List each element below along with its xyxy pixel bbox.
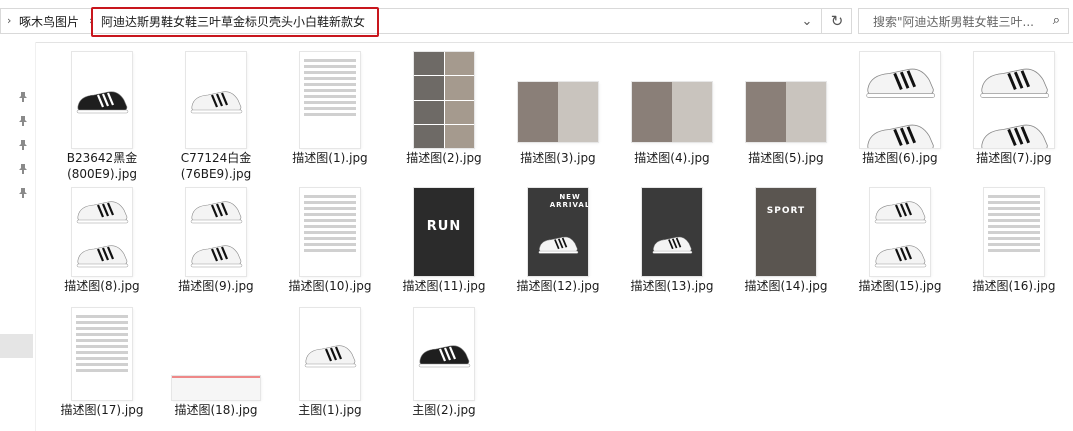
file-thumbnail[interactable] [72, 188, 132, 276]
file-name-line: (800E9).jpg [67, 167, 137, 181]
breadcrumb-current-highlight[interactable]: 阿迪达斯男鞋女鞋三叶草金标贝壳头小白鞋新款女 [91, 7, 379, 37]
file-name-line: 描述图(11).jpg [402, 279, 486, 293]
breadcrumb-item-root[interactable]: 啄木鸟图片 [19, 13, 79, 30]
search-icon[interactable]: ⌕ [1053, 13, 1060, 28]
file-name[interactable]: 描述图(15).jpg [848, 278, 952, 294]
file-thumbnail[interactable] [300, 308, 360, 400]
file-thumbnail[interactable]: NEW ARRIVAL [528, 188, 588, 276]
file-name[interactable]: 描述图(10).jpg [278, 278, 382, 294]
search-input[interactable]: 搜索"阿迪达斯男鞋女鞋三叶... ⌕ [858, 8, 1069, 34]
search-placeholder: 搜索"阿迪达斯男鞋女鞋三叶... [873, 15, 1034, 29]
file-name-line: 描述图(10).jpg [288, 279, 372, 293]
file-name-line: C77124白金 [180, 151, 252, 165]
chevron-right-icon[interactable]: › [7, 14, 11, 27]
file-thumbnail[interactable] [414, 308, 474, 400]
file-thumbnail[interactable]: SPORT [756, 188, 816, 276]
file-thumbnail[interactable] [974, 52, 1054, 148]
file-name-line: 描述图(2).jpg [406, 151, 482, 165]
file-thumbnail[interactable] [746, 82, 826, 142]
file-thumbnail[interactable] [984, 188, 1044, 276]
thumb-overlay-text: RUN [426, 218, 462, 234]
pin-icon[interactable] [17, 115, 29, 127]
file-name[interactable]: 描述图(5).jpg [734, 150, 838, 166]
file-thumbnail[interactable] [642, 188, 702, 276]
pin-icon[interactable] [17, 91, 29, 103]
file-name-line: 主图(1).jpg [298, 403, 362, 417]
file-thumbnail[interactable] [870, 188, 930, 276]
thumb-overlay-text: SPORT [766, 205, 806, 216]
navigation-pane [0, 42, 35, 431]
chevron-down-icon[interactable]: ⌄ [793, 9, 821, 33]
file-thumbnail[interactable] [518, 82, 598, 142]
file-name[interactable]: 描述图(3).jpg [506, 150, 610, 166]
file-name[interactable]: 描述图(17).jpg [50, 402, 154, 418]
thumb-overlay-text: NEW ARRIVAL [549, 193, 588, 210]
file-thumbnail[interactable] [414, 52, 474, 148]
file-name-line: 描述图(14).jpg [744, 279, 828, 293]
file-name-line: 描述图(6).jpg [862, 151, 938, 165]
file-name-line: 描述图(9).jpg [178, 279, 254, 293]
file-thumbnail[interactable] [186, 52, 246, 148]
file-name[interactable]: 描述图(11).jpg [392, 278, 496, 294]
file-name-line: 描述图(5).jpg [748, 151, 824, 165]
file-name-line: 描述图(16).jpg [972, 279, 1056, 293]
file-thumbnail[interactable] [300, 52, 360, 148]
file-thumbnail[interactable] [72, 308, 132, 400]
file-name-line: 描述图(8).jpg [64, 279, 140, 293]
file-thumbnail[interactable] [72, 52, 132, 148]
file-name-line: (76BE9).jpg [180, 167, 252, 181]
file-name[interactable]: 描述图(6).jpg [848, 150, 952, 166]
file-name[interactable]: 描述图(4).jpg [620, 150, 724, 166]
file-thumbnail[interactable] [186, 188, 246, 276]
refresh-icon[interactable]: ↻ [821, 9, 852, 33]
file-name[interactable]: B23642黑金 (800E9).jpg [50, 150, 154, 182]
breadcrumb-item-current[interactable]: 阿迪达斯男鞋女鞋三叶草金标贝壳头小白鞋新款女 [101, 13, 365, 30]
file-name-line: 描述图(7).jpg [976, 151, 1052, 165]
file-name-line: 描述图(3).jpg [520, 151, 596, 165]
file-name[interactable]: 描述图(18).jpg [164, 402, 268, 418]
file-name-line: 描述图(12).jpg [516, 279, 600, 293]
file-name[interactable]: 主图(1).jpg [278, 402, 382, 418]
file-name[interactable]: 描述图(7).jpg [962, 150, 1066, 166]
file-name-line: 主图(2).jpg [412, 403, 476, 417]
pin-icon[interactable] [17, 187, 29, 199]
file-thumbnail[interactable]: RUN [414, 188, 474, 276]
file-name[interactable]: 描述图(12).jpg [506, 278, 610, 294]
file-name-line: 描述图(18).jpg [174, 403, 258, 417]
file-name[interactable]: 描述图(14).jpg [734, 278, 838, 294]
file-name-line: 描述图(15).jpg [858, 279, 942, 293]
file-name[interactable]: 描述图(8).jpg [50, 278, 154, 294]
file-name-line: 描述图(17).jpg [60, 403, 144, 417]
file-thumbnail[interactable] [172, 376, 260, 400]
pane-divider[interactable] [35, 42, 36, 431]
file-name[interactable]: 描述图(16).jpg [962, 278, 1066, 294]
file-thumbnail[interactable] [300, 188, 360, 276]
file-name-line: 描述图(1).jpg [292, 151, 368, 165]
nav-item-selected[interactable] [0, 334, 33, 358]
file-name[interactable]: 主图(2).jpg [392, 402, 496, 418]
file-name[interactable]: C77124白金 (76BE9).jpg [164, 150, 268, 182]
file-name-line: 描述图(13).jpg [630, 279, 714, 293]
file-thumbnail[interactable] [860, 52, 940, 148]
pin-icon[interactable] [17, 163, 29, 175]
file-name[interactable]: 描述图(1).jpg [278, 150, 382, 166]
file-name-line: B23642黑金 [66, 151, 138, 165]
pin-icon[interactable] [17, 139, 29, 151]
file-name[interactable]: 描述图(13).jpg [620, 278, 724, 294]
file-thumbnail[interactable] [632, 82, 712, 142]
address-bar: › 啄木鸟图片 › 阿迪达斯男鞋女鞋三叶草金标贝壳头小白鞋新款女 ⌄ ↻ 搜索"… [0, 0, 1073, 43]
file-name[interactable]: 描述图(2).jpg [392, 150, 496, 166]
file-name[interactable]: 描述图(9).jpg [164, 278, 268, 294]
breadcrumb[interactable]: › 啄木鸟图片 › 阿迪达斯男鞋女鞋三叶草金标贝壳头小白鞋新款女 ⌄ ↻ [0, 7, 852, 37]
file-name-line: 描述图(4).jpg [634, 151, 710, 165]
